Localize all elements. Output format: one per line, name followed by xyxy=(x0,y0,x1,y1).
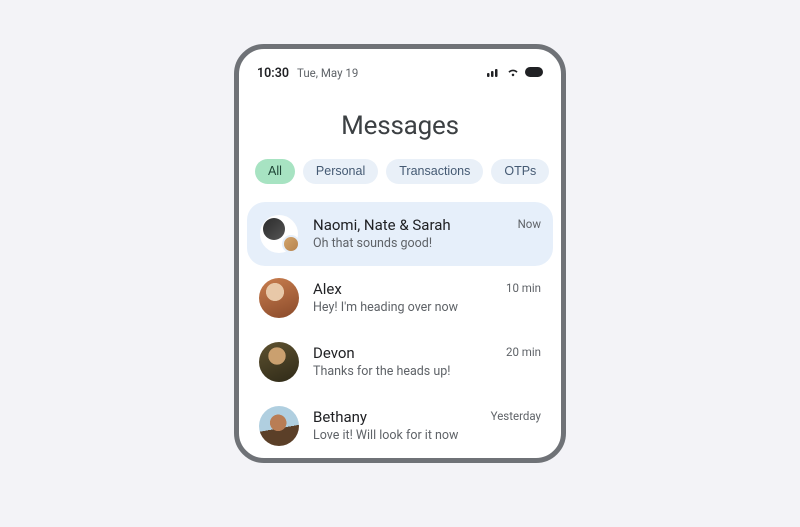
conversation-main: Bethany Love it! Will look for it now xyxy=(313,408,477,444)
status-icons xyxy=(487,66,545,80)
conversation-main: Alex Hey! I'm heading over now xyxy=(313,280,492,316)
tab-all[interactable]: All xyxy=(255,159,295,184)
conversation-title: Alex xyxy=(313,280,492,299)
tab-transactions[interactable]: Transactions xyxy=(386,159,483,184)
phone-frame: 10:30 Tue, May 19 Messages All Personal … xyxy=(234,44,566,463)
conversation-main: Naomi, Nate & Sarah Oh that sounds good! xyxy=(313,216,504,252)
conversation-title: Bethany xyxy=(313,408,477,427)
tab-otps[interactable]: OTPs xyxy=(491,159,549,184)
tab-personal[interactable]: Personal xyxy=(303,159,378,184)
avatar xyxy=(259,342,299,382)
battery-icon xyxy=(525,66,545,80)
conversation-time: Yesterday xyxy=(491,409,541,423)
conversation-preview: Oh that sounds good! xyxy=(313,236,504,251)
conversation-time: 10 min xyxy=(506,281,541,295)
conversation-main: Devon Thanks for the heads up! xyxy=(313,344,492,380)
conversation-preview: Thanks for the heads up! xyxy=(313,364,492,379)
filter-tabs: All Personal Transactions OTPs xyxy=(239,159,561,202)
status-left: 10:30 Tue, May 19 xyxy=(257,66,358,81)
conversation-title: Devon xyxy=(313,344,492,363)
conversation-row[interactable]: Naomi, Nate & Sarah Oh that sounds good!… xyxy=(247,202,553,266)
conversation-preview: Love it! Will look for it now xyxy=(313,428,477,443)
conversation-preview: Hey! I'm heading over now xyxy=(313,300,492,315)
conversation-list: Naomi, Nate & Sarah Oh that sounds good!… xyxy=(239,202,561,458)
status-date: Tue, May 19 xyxy=(297,66,358,80)
status-bar: 10:30 Tue, May 19 xyxy=(239,63,561,83)
signal-icon xyxy=(487,66,501,80)
conversation-title: Naomi, Nate & Sarah xyxy=(313,216,504,235)
avatar xyxy=(259,406,299,446)
conversation-row[interactable]: Bethany Love it! Will look for it now Ye… xyxy=(247,394,553,458)
conversation-time: 20 min xyxy=(506,345,541,359)
conversation-time: Now xyxy=(518,217,541,231)
status-time: 10:30 xyxy=(257,66,289,81)
page-title: Messages xyxy=(239,111,561,141)
avatar xyxy=(259,278,299,318)
avatar-group xyxy=(259,214,299,254)
page-header: Messages xyxy=(239,83,561,159)
conversation-row[interactable]: Alex Hey! I'm heading over now 10 min xyxy=(247,266,553,330)
conversation-row[interactable]: Devon Thanks for the heads up! 20 min xyxy=(247,330,553,394)
wifi-icon xyxy=(506,66,520,80)
